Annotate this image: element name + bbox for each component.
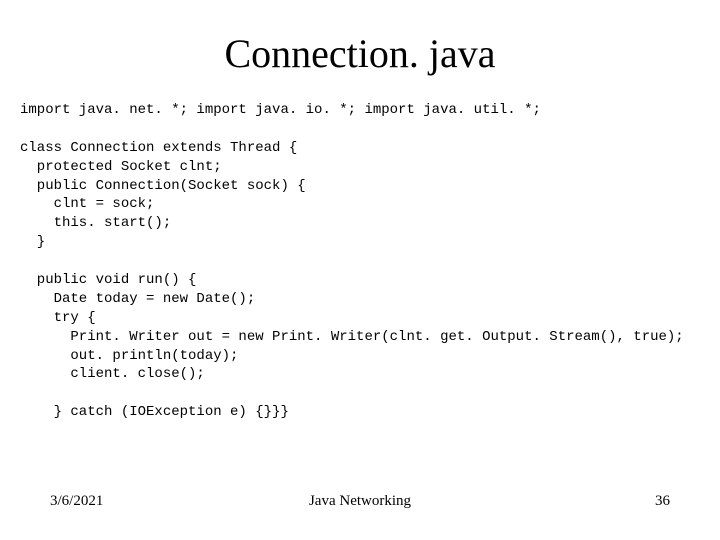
code-block: import java. net. *; import java. io. *;…: [20, 101, 700, 493]
slide: Connection. java import java. net. *; im…: [0, 0, 720, 540]
footer-page-number: 36: [463, 493, 670, 510]
footer-date: 3/6/2021: [50, 493, 257, 510]
footer: 3/6/2021 Java Networking 36: [20, 493, 700, 520]
slide-title: Connection. java: [20, 30, 700, 77]
footer-title: Java Networking: [257, 493, 464, 510]
